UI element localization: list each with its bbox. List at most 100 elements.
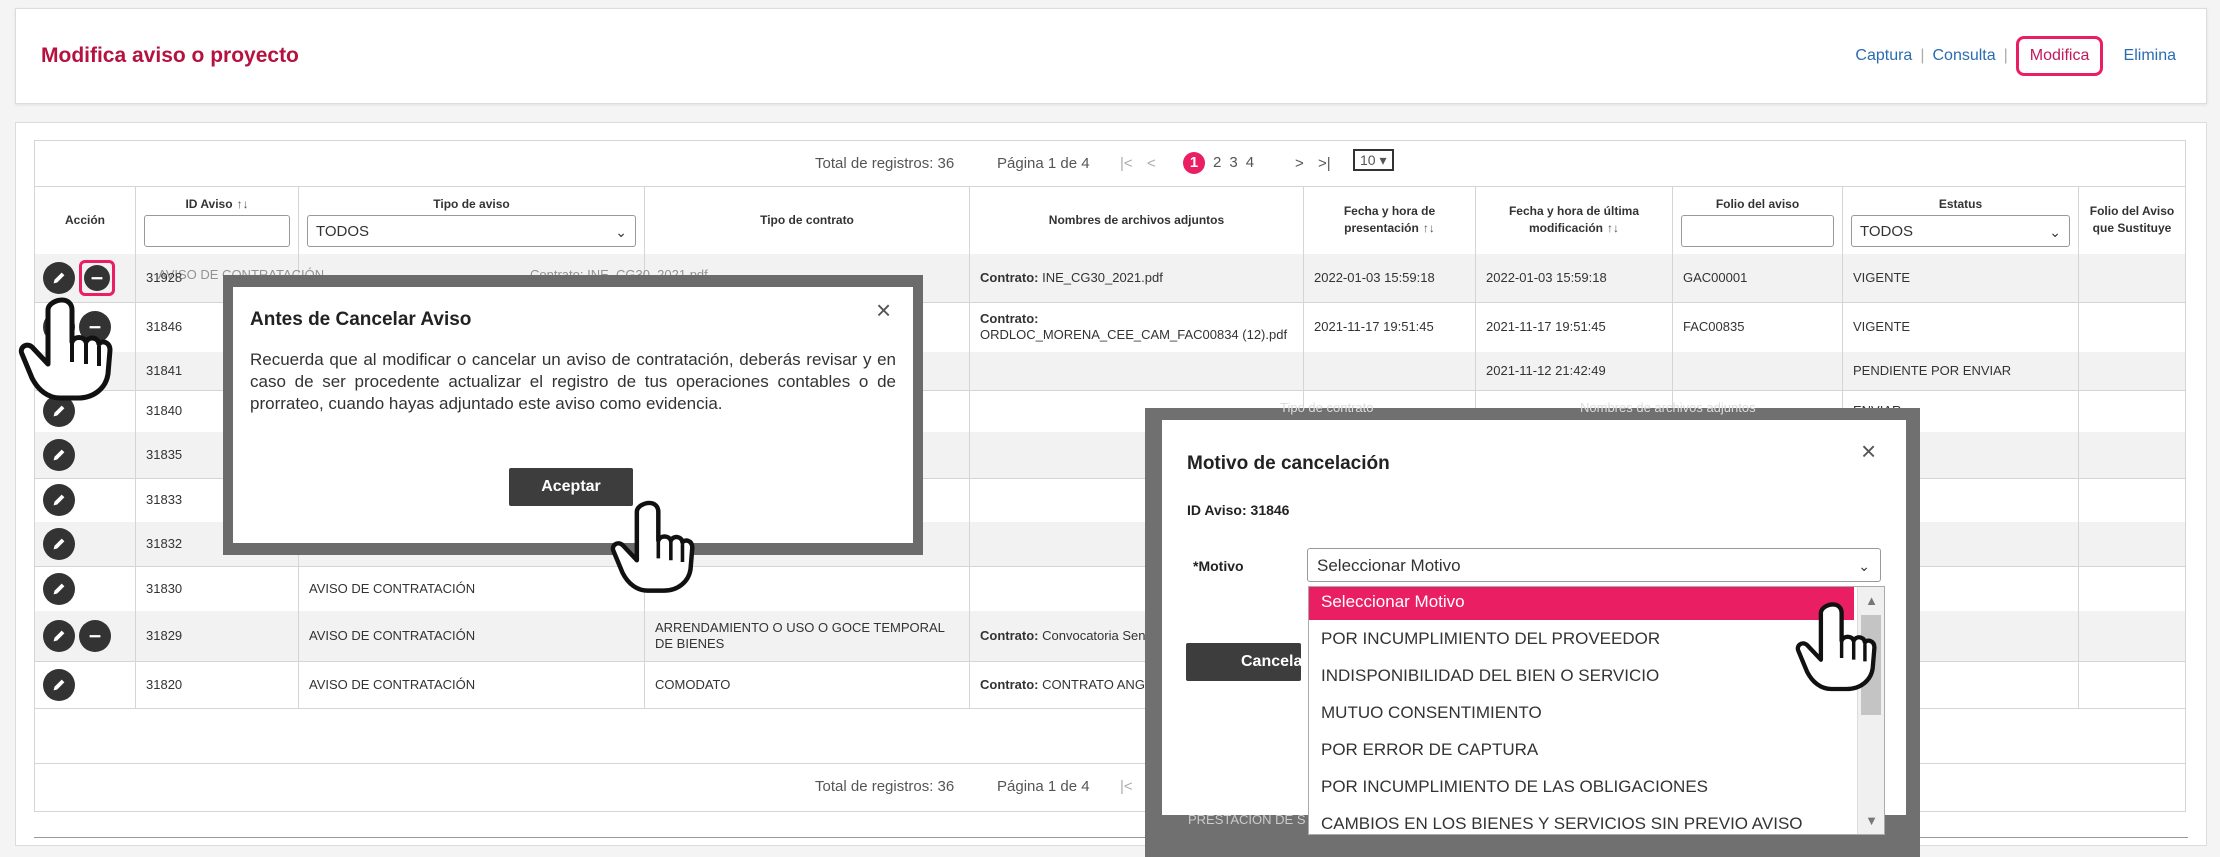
cell-fecha-pres: 2022-01-03 15:59:18: [1303, 254, 1475, 302]
row-actions: [35, 611, 135, 661]
cell-folio-sust: [2078, 661, 2185, 708]
edit-icon[interactable]: [43, 262, 75, 294]
cell-folio-sust: [2078, 478, 2185, 522]
edit-icon[interactable]: [43, 620, 75, 652]
col-id-aviso[interactable]: ID Aviso ↑↓: [140, 197, 294, 211]
contrato-label: Contrato:: [980, 270, 1039, 285]
first-page-button-bottom[interactable]: |<: [1120, 778, 1133, 795]
cell-fecha-mod: 2021-11-17 19:51:45: [1475, 302, 1672, 352]
close-icon[interactable]: ×: [876, 295, 891, 326]
motivo-option[interactable]: INDISPONIBILIDAD DEL BIEN O SERVICIO: [1309, 657, 1854, 694]
hand-pointer-icon: [610, 500, 695, 593]
cancel-warning-dialog-frame: Antes de Cancelar Aviso × Recuerda que a…: [223, 275, 923, 555]
cell-archivos: [969, 352, 1303, 390]
edit-icon[interactable]: [43, 528, 75, 560]
cell-tipo-aviso: AVISO DE CONTRATACIÓN: [298, 661, 644, 708]
contrato-label: Contrato:: [980, 628, 1039, 643]
page-info-bottom: Página 1 de 4: [997, 778, 1090, 795]
scroll-down-icon[interactable]: ▼: [1865, 813, 1878, 828]
chevron-down-icon: ⌄: [615, 224, 627, 240]
edit-icon[interactable]: [43, 484, 75, 516]
page-header: Modifica aviso o proyecto Captura | Consul…: [15, 8, 2207, 104]
first-page-button[interactable]: |<: [1120, 155, 1133, 172]
motivo-option[interactable]: CAMBIOS EN LOS BIENES Y SERVICIOS SIN PR…: [1309, 805, 1854, 834]
cell-folio-sust: [2078, 566, 2185, 611]
cell-folio-sust: [2078, 254, 2185, 302]
page-size-select[interactable]: 10 ▾: [1353, 149, 1394, 171]
chevron-down-icon: ⌄: [2049, 224, 2061, 240]
id-aviso-filter-input[interactable]: [144, 215, 290, 247]
cell-id: 31820: [135, 661, 298, 708]
total-records-bottom: Total de registros: 36: [815, 778, 955, 795]
cell-tipo-contrato: COMODATO: [644, 661, 969, 708]
page-3-button[interactable]: 3: [1229, 154, 1237, 171]
dialog-title: Antes de Cancelar Aviso: [250, 309, 472, 330]
motivo-option[interactable]: MUTUO CONSENTIMIENTO: [1309, 694, 1854, 731]
cell-folio-sust: [2078, 390, 2185, 432]
page-2-button[interactable]: 2: [1213, 154, 1221, 171]
chevron-down-icon: ⌄: [1858, 558, 1870, 574]
row-actions: [35, 661, 135, 708]
top-nav: Captura|Consulta|Modifica|Elimina: [1855, 36, 2176, 76]
col-estatus: Estatus: [1938, 197, 1983, 211]
col-accion: Acción: [64, 213, 105, 227]
cell-tipo-aviso: AVISO DE CONTRATACIÓN: [298, 611, 644, 661]
page-1-button[interactable]: 1: [1183, 152, 1205, 174]
nav-elimina[interactable]: Elimina: [2124, 47, 2176, 65]
cancel-button[interactable]: Cancelar: [1186, 643, 1309, 681]
tipo-aviso-filter-select[interactable]: TODOS ⌄: [307, 215, 636, 247]
row-actions: [35, 566, 135, 611]
dialog-title: Motivo de cancelación: [1187, 453, 1390, 474]
estatus-filter-select[interactable]: TODOS ⌄: [1851, 215, 2070, 247]
motivo-label: *Motivo: [1193, 558, 1244, 574]
cell-folio: [1672, 352, 1842, 390]
ghost-text: Tipo de contrato: [1280, 400, 1374, 415]
edit-icon[interactable]: [43, 572, 75, 605]
last-page-button[interactable]: >|: [1318, 155, 1331, 172]
col-fecha-modificacion[interactable]: Fecha y hora de última modificación ↑↓: [1480, 203, 1668, 237]
cancel-warning-dialog: Antes de Cancelar Aviso × Recuerda que a…: [233, 287, 913, 543]
cell-tipo-contrato: ARRENDAMIENTO O USO O GOCE TEMPORAL DE B…: [644, 611, 969, 661]
cancel-aviso-icon[interactable]: [79, 620, 111, 652]
motivo-option[interactable]: POR INCUMPLIMIENTO DEL PROVEEDOR: [1309, 620, 1854, 657]
edit-icon[interactable]: [43, 668, 75, 701]
row-actions: [35, 522, 135, 566]
cell-estatus: VIGENTE: [1842, 302, 2078, 352]
next-page-button[interactable]: >: [1295, 155, 1304, 172]
col-fecha-presentacion[interactable]: Fecha y hora de presentación ↑↓: [1308, 203, 1471, 237]
cell-archivos: Contrato: ORDLOC_MORENA_CEE_CAM_FAC00834…: [969, 302, 1303, 352]
page-info: Página 1 de 4: [997, 155, 1090, 172]
sort-icon[interactable]: ↑↓: [237, 197, 249, 211]
close-icon[interactable]: ×: [1861, 436, 1876, 467]
contrato-label: Contrato:: [980, 676, 1039, 692]
cell-folio-sust: [2078, 352, 2185, 390]
attachment-name[interactable]: INE_CG30_2021.pdf: [1042, 270, 1163, 285]
sort-icon[interactable]: ↑↓: [1607, 221, 1619, 235]
motivo-option[interactable]: Seleccionar Motivo: [1309, 587, 1854, 620]
cell-id: 31830: [135, 566, 298, 611]
ghost-text: Nombres de archivos adjuntos: [1580, 400, 1756, 415]
col-tipo-aviso: Tipo de aviso: [433, 197, 510, 211]
nav-consulta[interactable]: Consulta: [1932, 47, 1995, 65]
folio-filter-input[interactable]: [1681, 215, 1834, 247]
cell-fecha-mod: 2022-01-03 15:59:18: [1475, 254, 1672, 302]
attachment-name[interactable]: ORDLOC_MORENA_CEE_CAM_FAC00834 (12).pdf: [980, 327, 1287, 342]
nav-modifica[interactable]: Modifica: [2015, 36, 2104, 76]
edit-icon[interactable]: [43, 439, 75, 471]
cell-folio-sust: [2078, 302, 2185, 352]
cancel-aviso-icon[interactable]: [84, 265, 110, 291]
sort-icon[interactable]: ↑↓: [1423, 221, 1435, 235]
motivo-option[interactable]: POR ERROR DE CAPTURA: [1309, 731, 1854, 768]
nav-captura[interactable]: Captura: [1855, 47, 1912, 65]
prev-page-button[interactable]: <: [1147, 155, 1156, 172]
page-4-button[interactable]: 4: [1246, 154, 1254, 171]
col-folio: Folio del aviso: [1715, 197, 1800, 211]
pager-top: Total de registros: 36 Página 1 de 4 |< …: [35, 141, 2185, 187]
row-actions: [35, 478, 135, 522]
cell-fecha-pres: [1303, 352, 1475, 390]
hand-pointer-icon: [1795, 602, 1877, 692]
cell-archivos: Contrato: INE_CG30_2021.pdf: [969, 254, 1303, 302]
motivo-select[interactable]: Seleccionar Motivo ⌄: [1307, 548, 1881, 582]
col-archivos: Nombres de archivos adjuntos: [1048, 213, 1225, 227]
motivo-option[interactable]: POR INCUMPLIMIENTO DE LAS OBLIGACIONES: [1309, 768, 1854, 805]
